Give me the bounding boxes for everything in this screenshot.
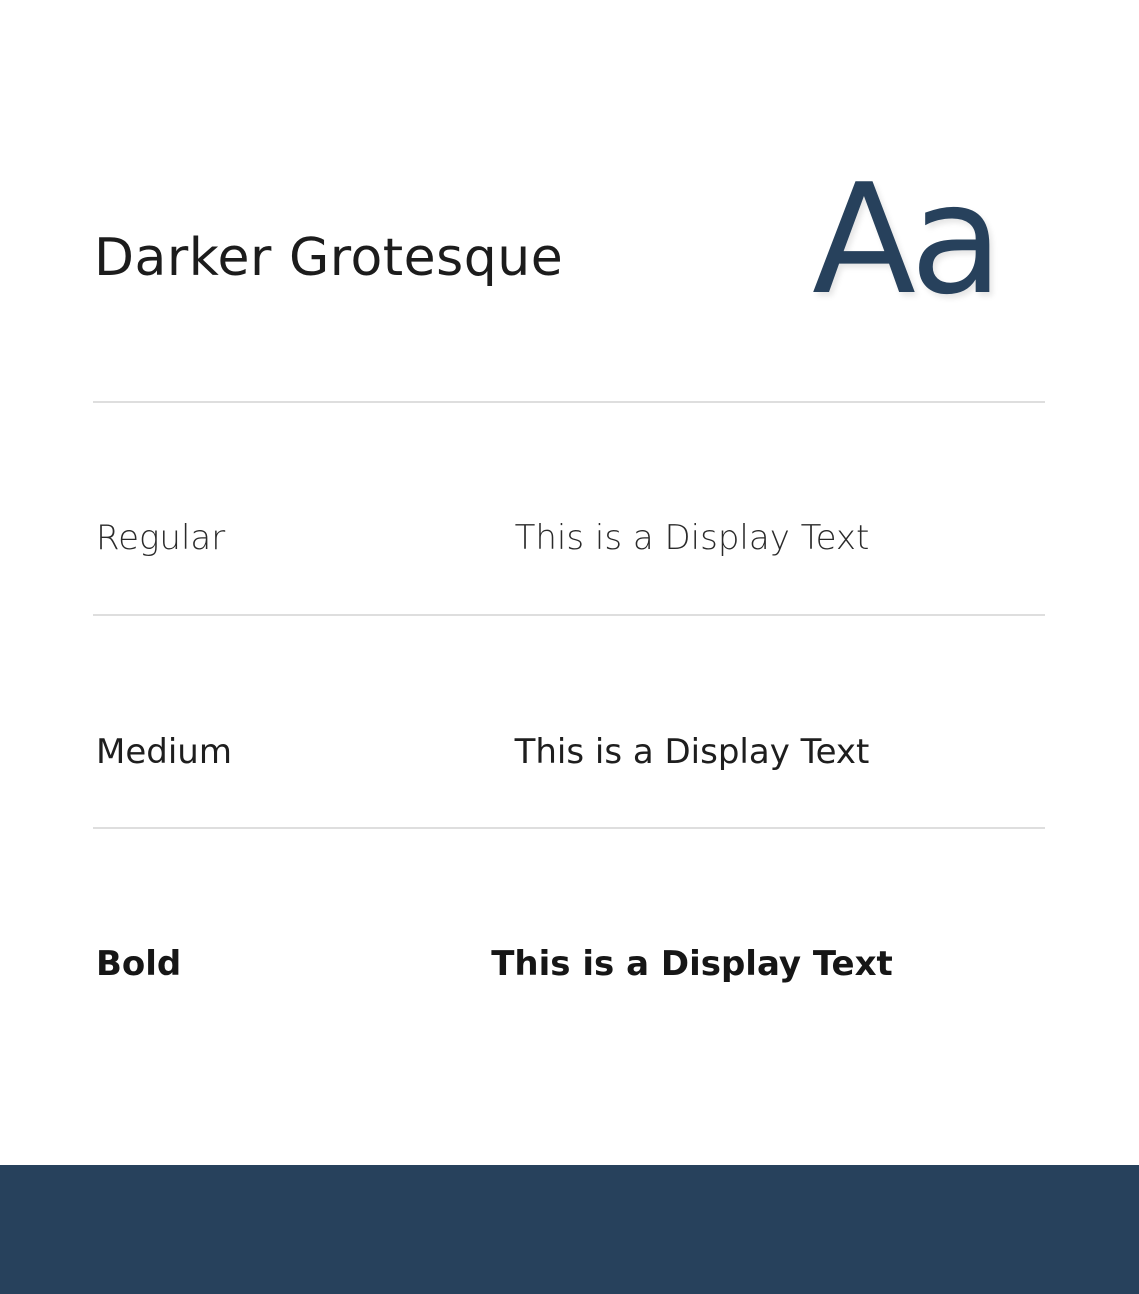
font-name-title: Darker Grotesque (94, 228, 564, 288)
weight-sample-regular: This is a Display Text (514, 518, 870, 558)
weight-label-regular: Regular (96, 518, 226, 558)
weight-sample-medium: This is a Display Text (514, 732, 870, 772)
footer-color-band (0, 1165, 1139, 1294)
weight-label-bold: Bold (96, 944, 182, 984)
weight-label-medium: Medium (96, 732, 232, 772)
divider (93, 401, 1045, 403)
glyph-specimen: Aa (812, 151, 1003, 328)
weight-sample-bold: This is a Display Text (491, 944, 893, 984)
divider (93, 614, 1045, 616)
divider (93, 827, 1045, 829)
